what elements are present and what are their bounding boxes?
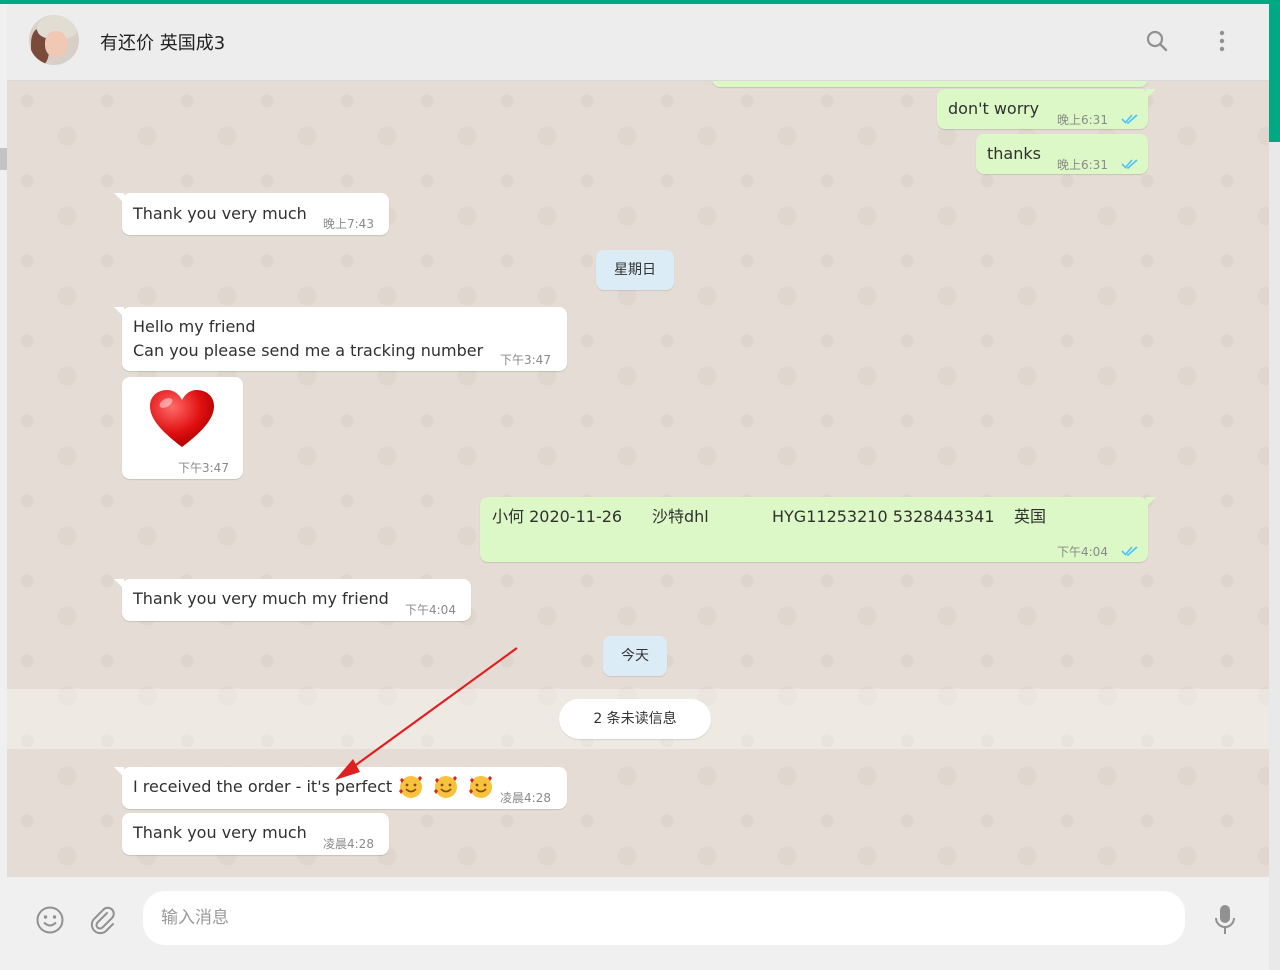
- contact-avatar[interactable]: [29, 15, 79, 65]
- message-time: 下午4:04: [405, 603, 456, 617]
- message-text: 小何 2020-11-26: [492, 507, 623, 526]
- chat-header: 有还价 英国成3: [7, 4, 1269, 81]
- chat-window: 有还价 英国成3 don't worry 晚上6:31 thanks 晚上6:3…: [7, 4, 1269, 970]
- heart-emoji-icon: [150, 390, 214, 447]
- message-bubble-incoming[interactable]: Thank you very much 凌晨4:28: [122, 813, 389, 855]
- message-text: thanks: [987, 144, 1041, 163]
- contact-name[interactable]: 有还价 英国成3: [100, 29, 225, 55]
- message-text: I received the order - it's perfect: [133, 777, 393, 796]
- message-bubble-incoming[interactable]: 下午3:47: [122, 377, 243, 479]
- window-right-accent: [1269, 0, 1280, 142]
- message-time: 晚上7:43: [323, 217, 374, 231]
- message-text-line: Hello my friend: [133, 317, 256, 336]
- date-separator: 今天: [603, 636, 667, 676]
- message-text: don't worry: [948, 99, 1040, 118]
- message-bubble-incoming[interactable]: Thank you very much 晚上7:43: [114, 193, 389, 235]
- message-list[interactable]: don't worry 晚上6:31 thanks 晚上6:31 Thank y…: [7, 81, 1269, 877]
- attach-icon[interactable]: [85, 902, 121, 938]
- microphone-icon[interactable]: [1207, 902, 1243, 938]
- message-bubble-incoming[interactable]: Thank you very much my friend 下午4:04: [114, 579, 471, 621]
- message-time: 凌晨4:28: [500, 791, 551, 805]
- emoji-icon[interactable]: [32, 902, 68, 938]
- window-left-tab: [0, 148, 7, 170]
- read-receipt-icon: [1121, 114, 1138, 124]
- message-bubble-outgoing[interactable]: don't worry 晚上6:31: [937, 89, 1156, 129]
- message-text: Thank you very much: [133, 823, 307, 842]
- message-bubble-outgoing[interactable]: thanks 晚上6:31: [976, 134, 1148, 174]
- message-time: 凌晨4:28: [323, 837, 374, 851]
- message-bubble-incoming[interactable]: I received the order - it's perfect 凌晨4:…: [114, 767, 567, 809]
- message-time: 晚上6:31: [1057, 158, 1108, 172]
- message-text: HYG11253210 5328443341: [772, 507, 995, 526]
- compose-bar: [7, 877, 1269, 970]
- date-separator: 星期日: [596, 250, 674, 290]
- message-time: 下午3:47: [500, 353, 551, 367]
- smiling-face-with-hearts-icon: [394, 774, 494, 800]
- message-text: Thank you very much: [133, 204, 307, 223]
- message-time: 晚上6:31: [1057, 113, 1108, 127]
- read-receipt-icon: [1121, 546, 1138, 556]
- window-right-strip: [1269, 142, 1280, 970]
- message-bubble-partial: [712, 81, 1148, 87]
- message-text: 英国: [1014, 507, 1047, 526]
- message-bubble-incoming[interactable]: Hello my friend Can you please send me a…: [114, 307, 567, 371]
- search-icon[interactable]: [1142, 26, 1172, 56]
- message-text: 沙特dhl: [652, 507, 709, 526]
- message-text: Thank you very much my friend: [133, 589, 389, 608]
- unread-messages-badge: 2 条未读信息: [559, 699, 711, 739]
- read-receipt-icon: [1121, 159, 1138, 169]
- message-time: 下午4:04: [1057, 545, 1108, 559]
- message-input[interactable]: [143, 891, 1185, 945]
- menu-icon[interactable]: [1207, 26, 1237, 56]
- message-text-line: Can you please send me a tracking number: [133, 341, 484, 360]
- message-time: 下午3:47: [178, 461, 229, 475]
- message-bubble-outgoing[interactable]: 小何 2020-11-26 沙特dhl HYG11253210 53284433…: [480, 497, 1156, 562]
